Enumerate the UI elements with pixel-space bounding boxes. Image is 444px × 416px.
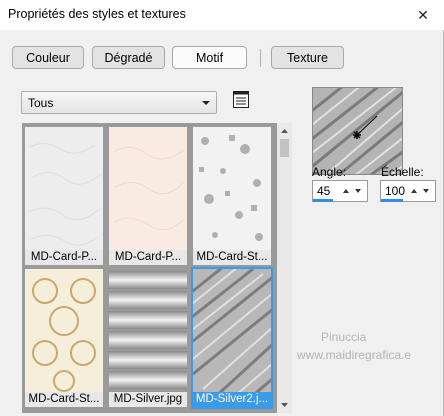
decrement-icon xyxy=(423,189,429,193)
watermark-url: www.maidiregrafica.e xyxy=(297,348,412,362)
chevron-down-icon xyxy=(202,101,210,105)
decrement-icon xyxy=(355,189,361,193)
scale-value: 100 xyxy=(385,184,406,198)
angle-label: Angle: xyxy=(312,165,347,179)
pattern-thumbnail[interactable]: MD-Silver.jpg xyxy=(109,269,187,407)
thumbnail-label: MD-Card-P... xyxy=(109,250,187,265)
scale-stepper[interactable]: 100 xyxy=(380,180,436,202)
stepper-buttons[interactable] xyxy=(408,182,434,200)
thumbnail-image xyxy=(109,269,187,392)
title-bar: Propriétés des styles et textures ✕ xyxy=(0,0,444,30)
angle-stepper[interactable]: 45 xyxy=(312,180,368,202)
pattern-thumbnail[interactable]: MD-Card-P... xyxy=(25,127,103,265)
thumbnail-label: MD-Card-P... xyxy=(25,250,103,265)
pattern-thumbnail-selected[interactable]: MD-Silver2.j... xyxy=(182,257,279,409)
scroll-down-icon xyxy=(281,403,288,407)
gallery-scrollbar[interactable] xyxy=(277,123,292,413)
tab-texture[interactable]: Texture xyxy=(271,46,344,69)
thumbnail-image xyxy=(182,257,279,406)
tab-separator xyxy=(260,49,261,67)
tab-degrade[interactable]: Dégradé xyxy=(92,46,165,69)
close-icon[interactable]: ✕ xyxy=(402,0,444,30)
scale-label: Échelle: xyxy=(381,165,424,179)
thumbnail-label: MD-Silver2.j... xyxy=(191,392,273,407)
stepper-buttons[interactable] xyxy=(340,182,366,200)
scrollbar-graphics xyxy=(280,129,289,407)
tab-motif[interactable]: Motif xyxy=(172,46,247,69)
angle-value: 45 xyxy=(317,184,331,198)
thumbnail-image xyxy=(109,127,187,250)
thumbnail-label: MD-Silver.jpg xyxy=(109,392,187,407)
list-view-icon[interactable] xyxy=(233,91,249,108)
window-title: Propriétés des styles et textures xyxy=(8,7,186,21)
preview-image xyxy=(313,88,402,174)
thumbnail-image xyxy=(193,127,271,250)
pattern-preview[interactable] xyxy=(312,87,403,175)
angle-pivot-icon xyxy=(353,131,361,139)
thumbnail-image xyxy=(25,127,103,250)
increment-icon xyxy=(411,189,417,193)
increment-icon xyxy=(343,189,349,193)
thumbnail-label: MD-Card-St... xyxy=(25,392,103,407)
scale-indicator xyxy=(381,199,403,202)
thumbnail-image xyxy=(25,269,103,392)
thumbnail-label: MD-Card-St... xyxy=(193,250,271,265)
pattern-thumbnail[interactable]: MD-Card-St... xyxy=(25,269,103,407)
angle-indicator xyxy=(313,199,333,202)
watermark-name: Pinuccia xyxy=(321,330,367,344)
pattern-thumbnail[interactable]: MD-Card-St... xyxy=(193,127,271,265)
scroll-thumb xyxy=(280,139,289,157)
scroll-up-icon xyxy=(281,129,288,133)
category-dropdown[interactable]: Tous xyxy=(21,91,217,114)
category-value: Tous xyxy=(28,96,54,110)
pattern-gallery: MD-Card-P... MD-Card-P... MD-Card-St... xyxy=(22,123,292,413)
tab-couleur[interactable]: Couleur xyxy=(12,46,84,69)
pattern-thumbnail[interactable]: MD-Card-P... xyxy=(109,127,187,265)
